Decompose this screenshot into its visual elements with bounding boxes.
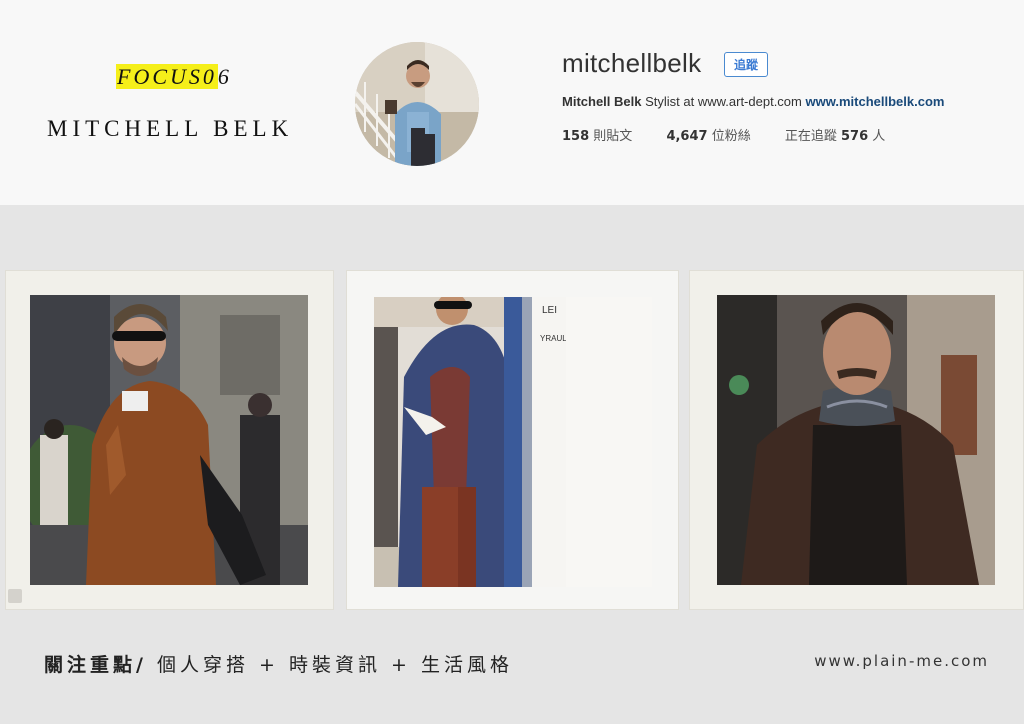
posts-stat[interactable]: 158 則貼文	[562, 129, 632, 144]
footer-headline-strong: 關注重點/	[44, 654, 147, 676]
post-photo-1	[30, 295, 308, 585]
following-suffix: 人	[872, 129, 886, 144]
following-prefix: 正在追蹤	[784, 129, 837, 144]
footer-headline-rest: 個人穿搭 + 時裝資訊 + 生活風格	[146, 654, 513, 676]
focus-highlight: FOCUS0	[116, 64, 218, 89]
profile-stats: 158 則貼文 4,647 位粉絲 正在追蹤 576 人	[562, 125, 915, 144]
avatar-photo	[355, 42, 479, 166]
avatar[interactable]	[355, 42, 479, 166]
posts-count: 158	[562, 129, 590, 144]
followers-stat[interactable]: 4,647 位粉絲	[666, 129, 750, 144]
profile-bio: Mitchell Belk Stylist at www.art-dept.co…	[562, 94, 944, 109]
svg-text:LEI: LEI	[542, 305, 557, 316]
post-photo-2: LEI YRAUL	[374, 297, 652, 587]
focus-logo: FOCUS06	[116, 64, 232, 90]
followers-count: 4,647	[666, 129, 708, 144]
posts-label: 則貼文	[593, 129, 633, 144]
followers-label: 位粉絲	[711, 129, 751, 144]
post-card-1[interactable]	[5, 270, 334, 610]
post-card-2[interactable]: LEI YRAUL	[346, 270, 679, 610]
bio-link[interactable]: www.mitchellbelk.com	[806, 94, 945, 109]
post-image-navy-coat: LEI YRAUL	[374, 297, 652, 587]
follow-button[interactable]: 追蹤	[724, 52, 768, 77]
profile-username: mitchellbelk	[562, 48, 702, 78]
bio-text: Stylist at www.art-dept.com	[645, 94, 802, 109]
following-count: 576	[841, 129, 869, 144]
post-image-tan-jacket	[30, 295, 308, 585]
focus-number: 6	[217, 64, 232, 89]
user-tag-icon[interactable]	[8, 589, 22, 603]
svg-text:YRAUL: YRAUL	[540, 334, 567, 343]
following-stat[interactable]: 正在追蹤 576 人	[785, 129, 885, 144]
post-image-brown-coat	[717, 295, 995, 585]
footer-headline: 關注重點/ 個人穿搭 + 時裝資訊 + 生活風格	[44, 650, 513, 677]
footer-website[interactable]: www.plain-me.com	[814, 652, 989, 670]
bio-name: Mitchell Belk	[562, 94, 642, 109]
post-photo-3	[717, 295, 995, 585]
post-card-3[interactable]	[689, 270, 1024, 610]
profile-header: FOCUS06 MITCHELL BELK mitchellbelk 追蹤 Mi…	[0, 0, 1024, 205]
feature-title: MITCHELL BELK	[47, 116, 294, 141]
